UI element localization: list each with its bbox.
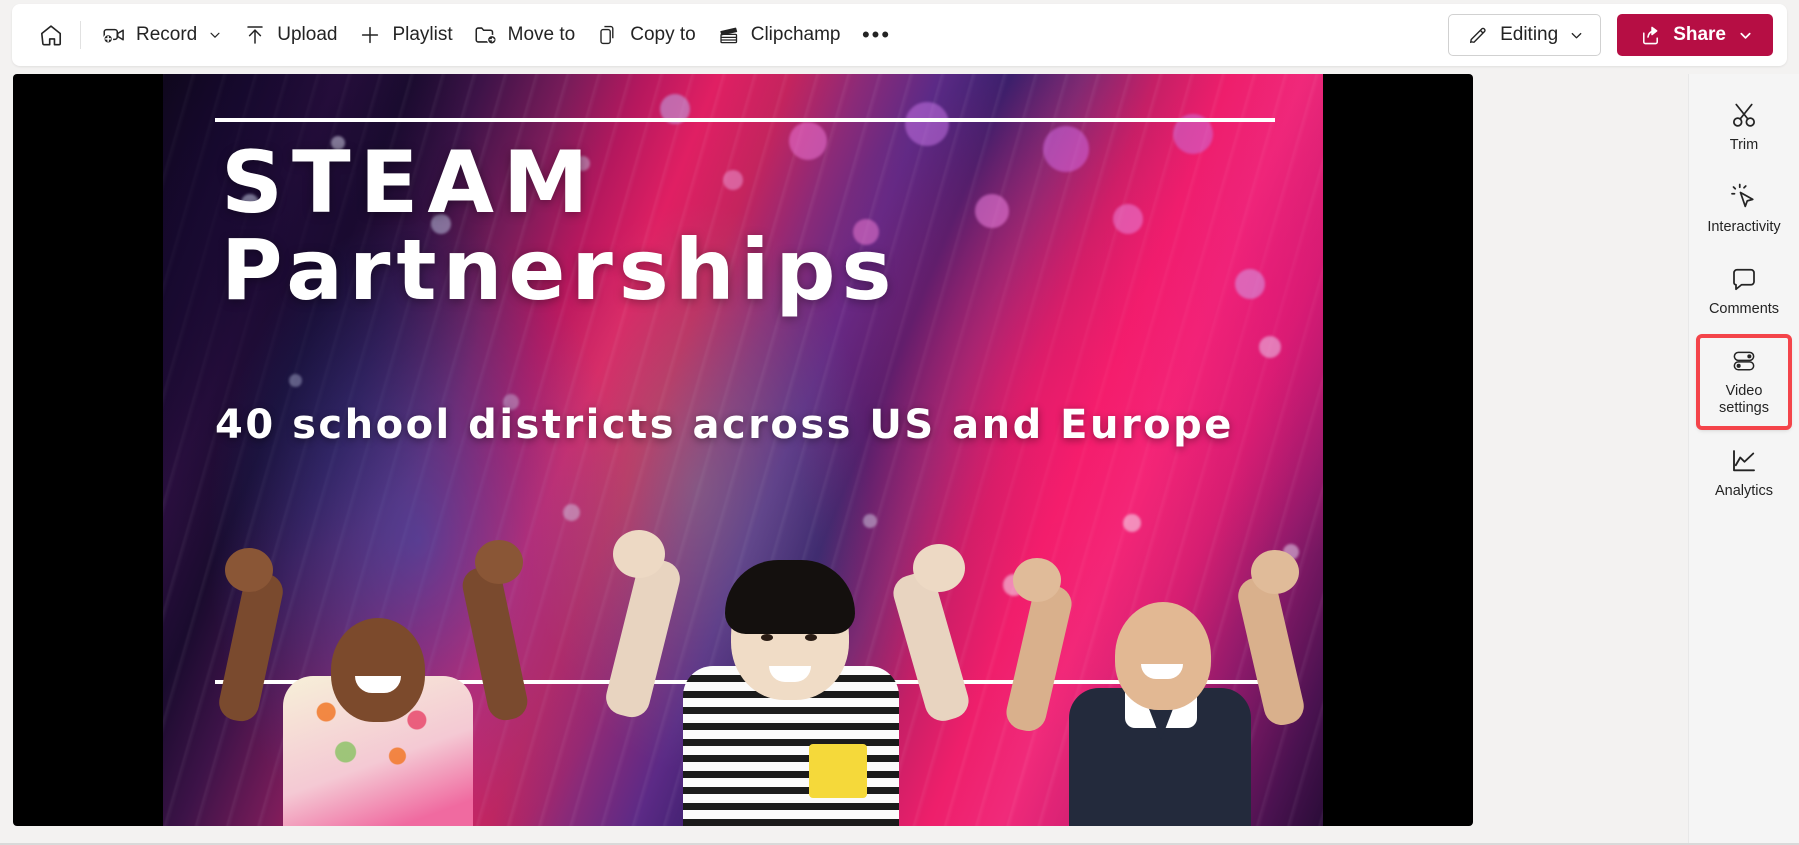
home-button[interactable] <box>30 15 72 55</box>
upload-label: Upload <box>277 24 338 45</box>
editing-label: Editing <box>1500 24 1559 45</box>
sidebar-item-analytics[interactable]: Analytics <box>1698 436 1790 510</box>
top-toolbar: Record Upload Playlist Move to Copy to C… <box>12 4 1787 66</box>
clipchamp-button[interactable]: Clipchamp <box>706 15 851 55</box>
plus-icon <box>357 22 383 48</box>
clapperboard-icon <box>716 22 742 48</box>
slide-subtitle: 40 school districts across US and Europe <box>215 402 1234 448</box>
playlist-label: Playlist <box>392 24 453 45</box>
sidebar-item-label: Video settings <box>1719 383 1769 417</box>
share-label: Share <box>1673 24 1726 45</box>
sidebar-item-comments[interactable]: Comments <box>1698 254 1790 328</box>
share-icon <box>1637 22 1663 48</box>
sidebar-item-trim[interactable]: Trim <box>1698 90 1790 164</box>
bokeh-dot <box>905 102 949 146</box>
chevron-down-icon[interactable] <box>1738 28 1753 43</box>
upload-button[interactable]: Upload <box>232 15 347 55</box>
record-button[interactable]: Record <box>91 15 232 55</box>
bokeh-dot <box>975 194 1009 228</box>
toggles-icon <box>1729 346 1759 376</box>
sidebar-item-label: Comments <box>1708 301 1780 318</box>
bokeh-dot <box>1259 336 1281 358</box>
child-figure-center <box>591 506 991 826</box>
line-chart-icon <box>1729 446 1759 476</box>
chevron-down-icon[interactable] <box>208 28 222 42</box>
sidebar-item-label: Interactivity <box>1707 219 1781 236</box>
sidebar-item-video-settings[interactable]: Video settings <box>1696 334 1792 430</box>
copy-icon <box>595 22 621 48</box>
video-player-stage[interactable]: STEAM Partnerships 40 school districts a… <box>13 74 1473 826</box>
video-camera-add-icon <box>101 22 127 48</box>
share-button[interactable]: Share <box>1617 14 1773 56</box>
more-horizontal-icon[interactable]: ••• <box>857 15 897 55</box>
pencil-icon <box>1465 22 1491 48</box>
sidebar-item-label: Trim <box>1729 137 1759 153</box>
move-to-label: Move to <box>507 24 576 45</box>
copy-to-button[interactable]: Copy to <box>585 15 705 55</box>
move-to-button[interactable]: Move to <box>463 15 586 55</box>
bokeh-dot <box>563 504 580 521</box>
upload-arrow-icon <box>242 22 268 48</box>
bokeh-dot <box>1043 126 1089 172</box>
copy-to-label: Copy to <box>630 24 696 45</box>
playlist-button[interactable]: Playlist <box>347 15 462 55</box>
folder-arrow-icon <box>473 22 499 48</box>
chevron-down-icon[interactable] <box>1569 28 1584 43</box>
child-figure-left <box>213 526 543 826</box>
clipchamp-label: Clipchamp <box>750 24 841 45</box>
record-label: Record <box>136 24 198 45</box>
home-icon <box>38 22 64 48</box>
slide-title-line2: Partnerships <box>221 220 898 319</box>
cursor-click-icon <box>1729 182 1759 212</box>
video-slide-frame: STEAM Partnerships 40 school districts a… <box>163 74 1323 826</box>
slide-title: STEAM Partnerships <box>221 133 898 319</box>
bokeh-dot <box>1113 204 1143 234</box>
editing-mode-button[interactable]: Editing <box>1448 14 1602 56</box>
bokeh-dot <box>1235 269 1265 299</box>
bokeh-dot <box>289 374 302 387</box>
sidebar-item-interactivity[interactable]: Interactivity <box>1698 172 1790 246</box>
toolbar-divider <box>80 21 81 49</box>
child-figure-right <box>993 526 1323 826</box>
slide-title-line1: STEAM <box>221 133 598 233</box>
sidebar-item-label: Analytics <box>1714 482 1774 499</box>
comment-icon <box>1729 264 1759 294</box>
right-sidebar: Trim Interactivity Comments Video settin… <box>1688 74 1799 845</box>
scissors-icon <box>1729 100 1759 130</box>
slide-rule-top <box>215 118 1275 122</box>
